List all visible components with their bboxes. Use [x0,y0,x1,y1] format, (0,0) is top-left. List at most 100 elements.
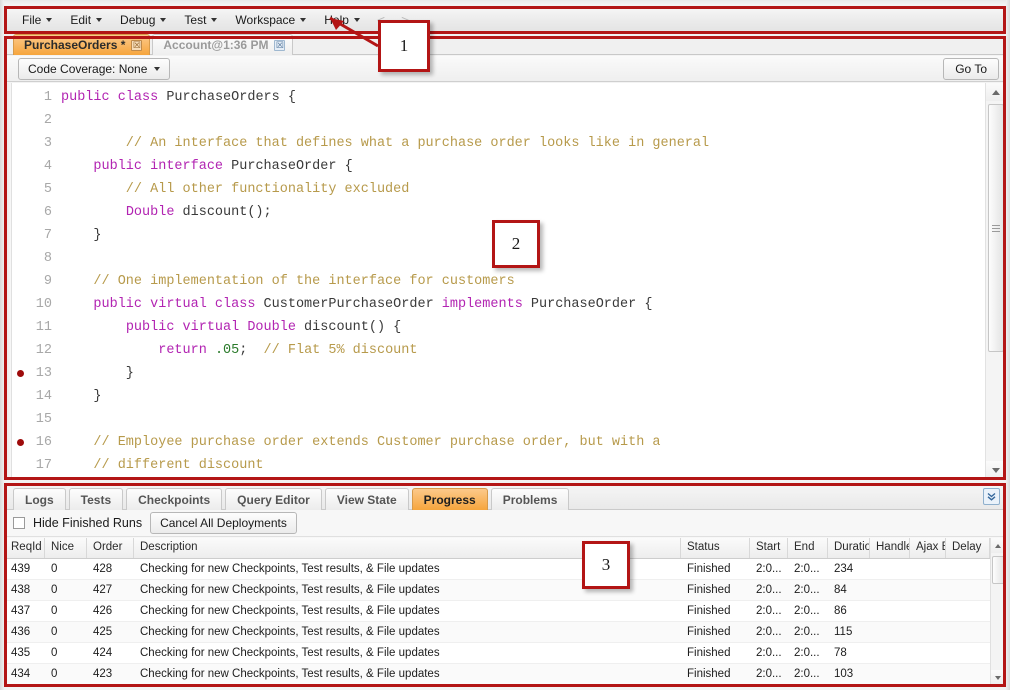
code-line[interactable]: 11 public virtual Double discount() { [13,316,983,339]
menu-item-workspace[interactable]: Workspace [226,11,315,29]
bottom-tab-query-editor[interactable]: Query Editor [225,488,322,510]
code-line[interactable]: 14 } [13,385,983,408]
grid-cell-reqid: 438 [5,584,45,596]
progress-grid[interactable]: ReqIdNiceOrderDescriptionStatusStartEndD… [5,538,1005,685]
table-row[interactable]: 4390428Checking for new Checkpoints, Tes… [5,559,1005,580]
cancel-all-deployments-button[interactable]: Cancel All Deployments [150,512,297,534]
grid-cell-duration: 84 [828,584,870,596]
grid-cell-duration: 234 [828,563,870,575]
menu-item-file[interactable]: File [13,11,61,29]
code-line-text: public class PurchaseOrders { [61,90,296,105]
window-right-edge [1006,0,1010,690]
window-left-edge [0,0,4,690]
code-line[interactable]: 4 public interface PurchaseOrder { [13,155,983,178]
table-row[interactable]: 4380427Checking for new Checkpoints, Tes… [5,580,1005,601]
code-token: interface [150,159,223,174]
editor-tab-purchaseorders[interactable]: PurchaseOrders * ☒ [13,34,150,55]
code-token [61,343,158,358]
menu-item-edit[interactable]: Edit [61,11,111,29]
grid-scroll-up-arrow-icon[interactable] [991,538,1005,553]
close-icon[interactable]: ☒ [131,40,142,51]
code-token: .05 [215,343,239,358]
code-line[interactable]: 1public class PurchaseOrders { [13,86,983,109]
code-editor[interactable]: 1public class PurchaseOrders { 2 3 // An i… [5,83,1005,479]
ide-window: File Edit Debug Test Workspace Help < > … [0,0,1010,690]
breakpoint-icon[interactable] [13,370,27,377]
code-token: class [118,90,159,105]
breakpoint-icon[interactable] [13,439,27,446]
bottom-tab-view-state[interactable]: View State [325,488,409,510]
line-number: 9 [27,274,61,289]
go-to-button[interactable]: Go To [943,58,999,80]
grid-cell-status: Finished [681,563,750,575]
bottom-tab-progress[interactable]: Progress [412,488,488,510]
close-icon[interactable]: ☒ [274,40,285,51]
grid-column-header-duration[interactable]: Duratio [828,538,870,558]
grid-column-header-ajax[interactable]: Ajax E [910,538,946,558]
callout-marker-3: 3 [582,541,630,589]
code-line[interactable]: 12 return .05; // Flat 5% discount [13,339,983,362]
grid-column-header-handler[interactable]: Handler [870,538,910,558]
menu-item-test-label: Test [184,13,206,27]
bottom-tab-tests[interactable]: Tests [69,488,123,510]
editor-vertical-scrollbar[interactable] [985,83,1005,479]
grid-cell-description: Checking for new Checkpoints, Test resul… [134,647,681,659]
code-line[interactable]: 15 [13,408,983,431]
code-line-text: } [61,228,102,243]
grid-vertical-scrollbar[interactable] [990,538,1005,685]
grid-column-header-nice[interactable]: Nice [45,538,87,558]
line-number: 15 [27,412,61,427]
grid-cell-reqid: 435 [5,647,45,659]
code-token: PurchaseOrders { [158,90,296,105]
code-lines-container[interactable]: 1public class PurchaseOrders { 2 3 // An i… [13,83,983,479]
grid-column-header-order[interactable]: Order [87,538,134,558]
scroll-down-arrow-icon[interactable] [986,461,1005,479]
grip-icon [992,223,1000,234]
code-line[interactable]: 17 // different discount [13,454,983,477]
menu-item-file-label: File [22,13,41,27]
code-line[interactable]: 3 // An interface that defines what a pu… [13,132,983,155]
grid-cell-status: Finished [681,668,750,680]
bottom-tab-problems[interactable]: Problems [491,488,570,510]
code-line[interactable]: 2 [13,109,983,132]
line-number: 11 [27,320,61,335]
code-line[interactable]: 13 } [13,362,983,385]
hide-finished-runs-checkbox[interactable] [13,517,25,529]
progress-grid-body[interactable]: 4390428Checking for new Checkpoints, Tes… [5,559,1005,685]
line-number: 14 [27,389,61,404]
menu-item-help[interactable]: Help [315,11,369,29]
table-row[interactable]: 4350424Checking for new Checkpoints, Tes… [5,643,1005,664]
line-number: 2 [27,113,61,128]
grid-cell-duration: 103 [828,668,870,680]
grid-scrollbar-thumb[interactable] [992,556,1005,584]
table-row[interactable]: 4370426Checking for new Checkpoints, Tes… [5,601,1005,622]
code-token: public [61,90,110,105]
collapse-panel-icon[interactable] [983,488,1000,505]
code-coverage-dropdown[interactable]: Code Coverage: None [18,58,170,80]
code-line[interactable]: 16 // Employee purchase order extends Cu… [13,431,983,454]
table-row[interactable]: 4340423Checking for new Checkpoints, Tes… [5,664,1005,685]
grid-column-header-delay[interactable]: Delay [946,538,990,558]
code-token: CustomerPurchaseOrder [255,297,441,312]
grid-cell-start: 2:0... [750,563,788,575]
callout-marker-3-label: 3 [602,555,611,575]
code-line-text: // All other functionality excluded [61,182,409,197]
bottom-tab-logs[interactable]: Logs [13,488,66,510]
bottom-tab-checkpoints[interactable]: Checkpoints [126,488,222,510]
code-line[interactable]: 9 // One implementation of the interface… [13,270,983,293]
grid-column-header-start[interactable]: Start [750,538,788,558]
grid-column-header-status[interactable]: Status [681,538,750,558]
scroll-up-arrow-icon[interactable] [986,83,1005,101]
editor-scrollbar-thumb[interactable] [988,104,1004,352]
grid-cell-start: 2:0... [750,626,788,638]
bottom-tab-label: Progress [424,493,476,507]
grid-column-header-reqid[interactable]: ReqId [5,538,45,558]
table-row[interactable]: 4360425Checking for new Checkpoints, Tes… [5,622,1005,643]
grid-scroll-down-arrow-icon[interactable] [991,670,1005,685]
editor-tab-account[interactable]: Account@1:36 PM ☒ [152,34,293,55]
code-line[interactable]: 10 public virtual class CustomerPurchase… [13,293,983,316]
code-line[interactable]: 5 // All other functionality excluded [13,178,983,201]
grid-column-header-end[interactable]: End [788,538,828,558]
menu-item-debug[interactable]: Debug [111,11,175,29]
menu-item-test[interactable]: Test [175,11,226,29]
